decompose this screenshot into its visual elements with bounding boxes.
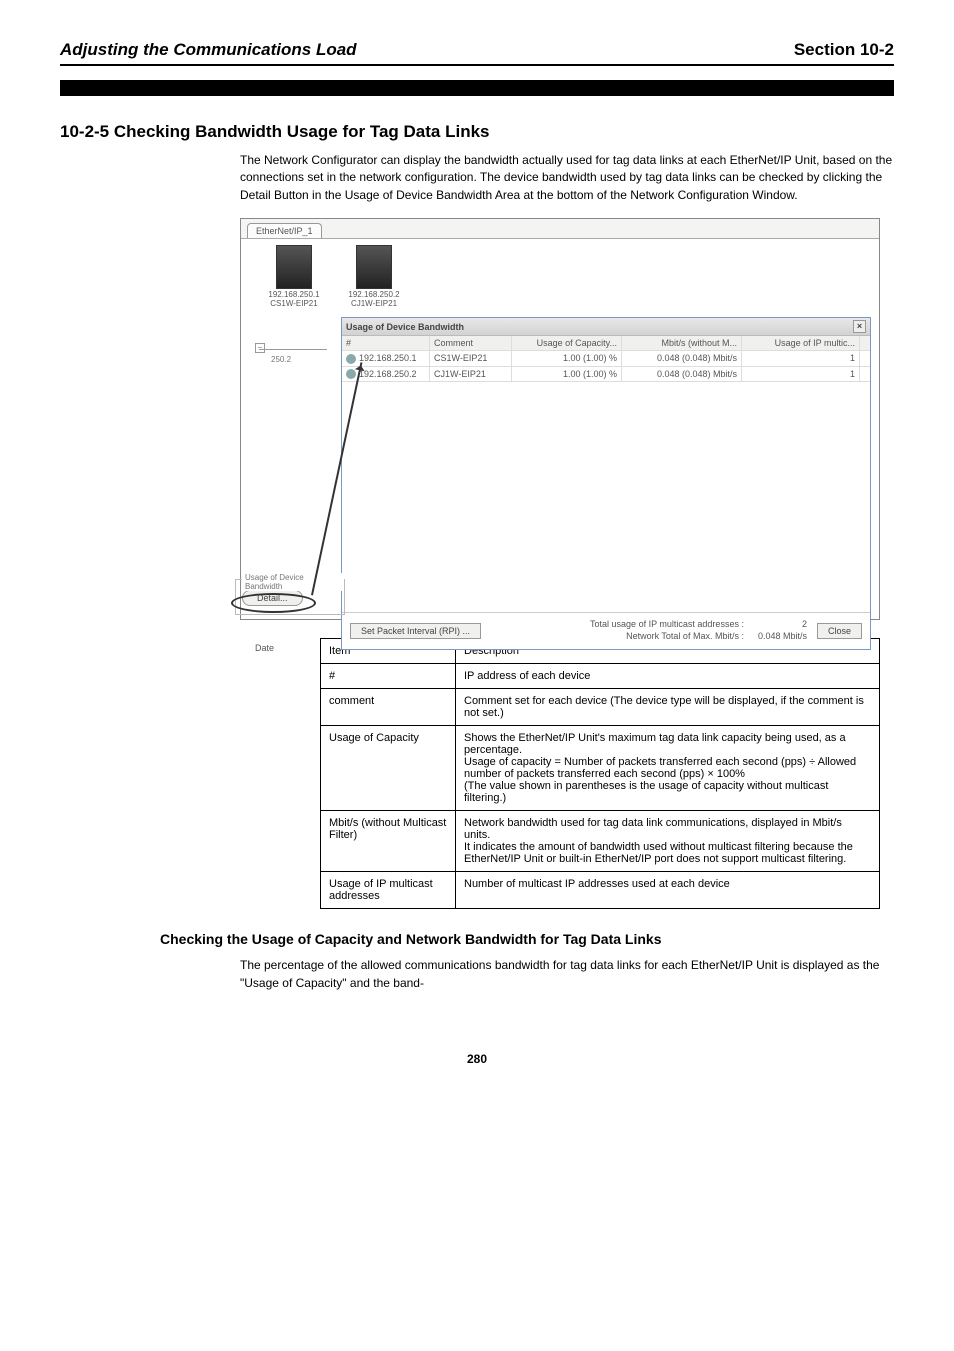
cell-comment: CS1W-EIP21 xyxy=(430,351,512,366)
cell-multicast: 1 xyxy=(742,351,860,366)
cell-item: Usage of IP multicast addresses xyxy=(321,872,456,909)
tab-ethernetip[interactable]: EtherNet/IP_1 xyxy=(247,223,322,238)
col-mbits[interactable]: Mbit/s (without M... xyxy=(622,336,742,350)
device-model: CJ1W-EIP21 xyxy=(339,300,409,309)
dialog-title: Usage of Device Bandwidth xyxy=(346,322,464,332)
total-multicast-value: 2 xyxy=(758,619,807,631)
col-ip[interactable]: # xyxy=(342,336,430,350)
item-description-table: Item Description # IP address of each de… xyxy=(320,638,880,909)
table-header: # Comment Usage of Capacity... Mbit/s (w… xyxy=(342,336,870,351)
network-total-value: 0.048 Mbit/s xyxy=(758,631,807,643)
section-title: 10-2-5 Checking Bandwidth Usage for Tag … xyxy=(60,122,894,142)
table-row[interactable]: 192.168.250.2 CJ1W-EIP21 1.00 (1.00) % 0… xyxy=(342,367,870,383)
date-field-label: Date xyxy=(255,643,274,653)
header-left: Adjusting the Communications Load xyxy=(60,40,357,60)
usage-bandwidth-dialog: Usage of Device Bandwidth × # Comment Us… xyxy=(341,317,871,649)
cell-ip: 192.168.250.1 xyxy=(359,353,417,363)
table-row: Usage of IP multicast addresses Number o… xyxy=(321,872,880,909)
cell-item: Usage of Capacity xyxy=(321,726,456,811)
usage-bandwidth-groupbox: Usage of Device Bandwidth Detail... xyxy=(235,579,345,615)
groupbox-legend: Usage of Device Bandwidth xyxy=(242,573,344,591)
table-row: Mbit/s (without Multicast Filter) Networ… xyxy=(321,811,880,872)
cell-mbits: 0.048 (0.048) Mbit/s xyxy=(622,351,742,366)
page-number: 280 xyxy=(60,1052,894,1066)
intro-paragraph: The Network Configurator can display the… xyxy=(240,152,894,204)
network-config-screenshot: EtherNet/IP_1 192.168.250.1 CS1W-EIP21 1… xyxy=(240,218,894,620)
header-right: Section 10-2 xyxy=(794,40,894,60)
device-row-icon xyxy=(346,369,356,379)
cell-ip: 192.168.250.2 xyxy=(359,369,417,379)
cell-desc: Comment set for each device (The device … xyxy=(456,689,880,726)
cell-item: Mbit/s (without Multicast Filter) xyxy=(321,811,456,872)
cell-desc: Network bandwidth used for tag data link… xyxy=(456,811,880,872)
cell-comment: CJ1W-EIP21 xyxy=(430,367,512,382)
table-row: comment Comment set for each device (The… xyxy=(321,689,880,726)
col-usage-capacity[interactable]: Usage of Capacity... xyxy=(512,336,622,350)
close-button[interactable]: Close xyxy=(817,623,862,639)
cell-desc: Number of multicast IP addresses used at… xyxy=(456,872,880,909)
cell-mbits: 0.048 (0.048) Mbit/s xyxy=(622,367,742,382)
table-row: Usage of Capacity Shows the EtherNet/IP … xyxy=(321,726,880,811)
tree-expand-icon[interactable]: − xyxy=(255,343,265,353)
device-model: CS1W-EIP21 xyxy=(259,300,329,309)
subheading: Checking the Usage of Capacity and Netwo… xyxy=(160,931,894,947)
device-1[interactable]: 192.168.250.1 CS1W-EIP21 xyxy=(259,245,329,309)
col-comment[interactable]: Comment xyxy=(430,336,512,350)
device-icon xyxy=(276,245,312,289)
col-multicast[interactable]: Usage of IP multic... xyxy=(742,336,860,350)
cell-desc: IP address of each device xyxy=(456,664,880,689)
detail-button[interactable]: Detail... xyxy=(242,590,303,606)
close-icon[interactable]: × xyxy=(853,320,866,333)
cell-item: comment xyxy=(321,689,456,726)
set-packet-interval-button[interactable]: Set Packet Interval (RPI) ... xyxy=(350,623,481,639)
device-2[interactable]: 192.168.250.2 CJ1W-EIP21 xyxy=(339,245,409,309)
table-row: # IP address of each device xyxy=(321,664,880,689)
cell-item: # xyxy=(321,664,456,689)
trailing-paragraph: The percentage of the allowed communicat… xyxy=(240,957,894,992)
header-bar xyxy=(60,80,894,96)
device-row-icon xyxy=(346,354,356,364)
cell-usage: 1.00 (1.00) % xyxy=(512,351,622,366)
cell-desc: Shows the EtherNet/IP Unit's maximum tag… xyxy=(456,726,880,811)
network-config-window: EtherNet/IP_1 192.168.250.1 CS1W-EIP21 1… xyxy=(240,218,880,620)
tree-child-label: 250.2 xyxy=(271,355,291,364)
table-row[interactable]: 192.168.250.1 CS1W-EIP21 1.00 (1.00) % 0… xyxy=(342,351,870,367)
tree-connector xyxy=(259,349,327,350)
cell-multicast: 1 xyxy=(742,367,860,382)
total-multicast-label: Total usage of IP multicast addresses : xyxy=(590,619,744,629)
page-header: Adjusting the Communications Load Sectio… xyxy=(60,40,894,66)
network-total-label: Network Total of Max. Mbit/s : xyxy=(626,631,744,641)
device-icon xyxy=(356,245,392,289)
cell-usage: 1.00 (1.00) % xyxy=(512,367,622,382)
